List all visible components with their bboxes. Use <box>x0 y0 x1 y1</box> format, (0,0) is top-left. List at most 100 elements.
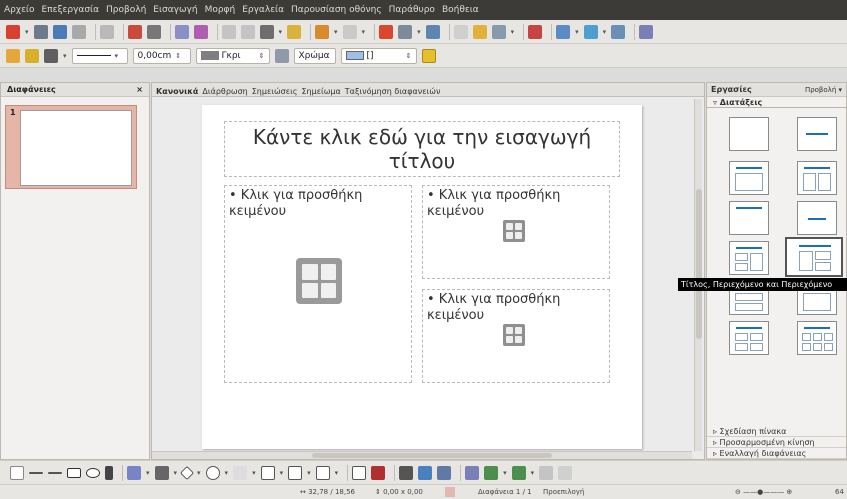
insert-table-icon[interactable] <box>302 264 318 280</box>
layout-title-content-2content[interactable] <box>785 237 843 277</box>
stars-dropdown-icon[interactable]: ▾ <box>335 469 339 477</box>
tasks-view-menu[interactable]: Προβολή ▾ <box>805 86 842 94</box>
symbol-dropdown-icon[interactable]: ▾ <box>225 469 229 477</box>
tab-outline[interactable]: Διάρθρωση <box>200 87 249 96</box>
open-icon[interactable] <box>33 24 48 39</box>
area-fill-select[interactable]: [] ⇕ <box>340 47 417 64</box>
menu-tools[interactable]: Εργαλεία <box>242 5 284 15</box>
menu-file[interactable]: Αρχείο <box>4 5 35 15</box>
save-icon[interactable] <box>52 24 67 39</box>
chart-icon[interactable] <box>379 24 394 39</box>
paste-dropdown-icon[interactable]: ▾ <box>279 28 283 36</box>
vertical-scrollbar[interactable] <box>694 99 702 451</box>
area-icon[interactable] <box>274 48 289 63</box>
insert-image-icon[interactable] <box>302 282 318 298</box>
edit-file-icon[interactable] <box>99 24 114 39</box>
arrow-line-icon[interactable] <box>48 471 62 474</box>
insert-image-icon[interactable] <box>506 336 513 343</box>
insert-textbox-icon[interactable] <box>399 465 414 480</box>
layout-title-content[interactable] <box>729 161 769 195</box>
layout-title-only[interactable] <box>797 117 837 151</box>
menu-window[interactable]: Παράθυρο <box>389 5 435 15</box>
navigator-icon[interactable] <box>556 24 571 39</box>
arrow-dropdown-icon[interactable]: ▾ <box>63 52 67 60</box>
spellcheck-icon[interactable] <box>174 24 189 39</box>
display-views-icon[interactable] <box>583 24 598 39</box>
insert-video-icon[interactable] <box>320 282 336 298</box>
cut-icon[interactable] <box>221 24 236 39</box>
align-icon[interactable] <box>511 465 526 480</box>
arrow-style-icon[interactable] <box>44 48 58 63</box>
insert-object-icon[interactable] <box>503 220 525 242</box>
layout-centered-text[interactable] <box>797 201 837 235</box>
line-color-select[interactable]: Γκρι ⇕ <box>195 47 270 64</box>
tab-slide-sorter[interactable]: Ταξινόμηση διαφανειών <box>343 87 443 96</box>
toggle-icon[interactable] <box>558 465 573 480</box>
table-icon[interactable] <box>398 24 413 39</box>
glue-icon[interactable] <box>639 24 654 39</box>
clone-format-icon[interactable] <box>287 24 302 39</box>
master-slides-icon[interactable] <box>611 24 626 39</box>
menu-insert[interactable]: Εισαγωγή <box>153 5 197 15</box>
symbol-shapes-icon[interactable] <box>205 465 220 480</box>
insert-movie-icon[interactable] <box>437 465 452 480</box>
connector-dropdown-icon[interactable]: ▾ <box>174 469 178 477</box>
layout-title-two-content[interactable] <box>797 161 837 195</box>
flowchart-icon[interactable] <box>260 465 275 480</box>
connector-icon[interactable] <box>154 465 169 480</box>
line-style-select[interactable]: ▾ <box>71 47 128 64</box>
copy-icon[interactable] <box>240 24 255 39</box>
area-style-select[interactable]: Χρώμα <box>293 47 336 64</box>
arrows-dropdown-icon[interactable]: ▾ <box>252 469 256 477</box>
callouts-icon[interactable] <box>288 465 303 480</box>
layout-title-text[interactable] <box>729 201 769 235</box>
fontwork-icon[interactable] <box>371 465 386 480</box>
undo-icon[interactable] <box>315 24 330 39</box>
arrange-icon[interactable] <box>539 465 554 480</box>
content-placeholder-left[interactable]: • Κλικ για προσθήκη κειμένου <box>224 185 412 383</box>
redo-icon[interactable] <box>342 24 357 39</box>
paste-icon[interactable] <box>259 24 274 39</box>
menu-help[interactable]: Βοήθεια <box>442 5 479 15</box>
display-dropdown-icon[interactable]: ▾ <box>603 28 607 36</box>
slide-canvas[interactable]: Κάντε κλικ εδώ για την εισαγωγή τίτλου •… <box>202 105 642 449</box>
print-icon[interactable] <box>146 24 161 39</box>
helplines-icon[interactable] <box>472 24 487 39</box>
content-placeholder-right-bottom[interactable]: • Κλικ για προσθήκη κειμένου <box>422 289 610 383</box>
slideshow-icon[interactable] <box>528 24 543 39</box>
grid-icon[interactable] <box>453 24 468 39</box>
section-custom-animation[interactable]: ▹ Προσαρμοσμένη κίνηση <box>707 437 846 448</box>
shapes-dropdown-icon[interactable]: ▾ <box>197 469 201 477</box>
curve-dropdown-icon[interactable]: ▾ <box>146 469 150 477</box>
menu-format[interactable]: Μορφή <box>205 5 236 15</box>
tab-normal[interactable]: Κανονικά <box>154 87 200 96</box>
shadow-icon[interactable] <box>421 48 436 63</box>
layout-title-6content[interactable] <box>797 321 837 355</box>
section-table-design[interactable]: ▹ Σχεδίαση πίνακα <box>707 426 846 437</box>
curve-icon[interactable] <box>127 465 141 480</box>
line-tool-icon[interactable] <box>29 471 43 474</box>
stars-icon[interactable] <box>315 465 330 480</box>
autospellcheck-icon[interactable] <box>193 24 208 39</box>
insert-video-icon[interactable] <box>515 336 522 343</box>
insert-image-tool-icon[interactable] <box>418 465 433 480</box>
layout-title-4content[interactable] <box>729 321 769 355</box>
styles-icon[interactable] <box>6 48 20 63</box>
zoom-dropdown-icon[interactable]: ▾ <box>511 28 515 36</box>
menu-view[interactable]: Προβολή <box>106 5 146 15</box>
text-icon[interactable] <box>105 465 113 480</box>
email-icon[interactable] <box>71 24 86 39</box>
section-slide-transition[interactable]: ▹ Εναλλαγή διαφάνειας <box>707 448 846 459</box>
zoom-slider[interactable]: ⊖ ——●——— ⊕ <box>735 488 792 496</box>
horizontal-scroll-thumb[interactable] <box>312 453 552 458</box>
horizontal-scrollbar[interactable] <box>152 451 692 459</box>
export-pdf-icon[interactable] <box>127 24 142 39</box>
extrusion-icon[interactable] <box>465 465 480 480</box>
vertical-scroll-thumb[interactable] <box>696 189 702 339</box>
undo-dropdown-icon[interactable]: ▾ <box>334 28 338 36</box>
navigator-dropdown-icon[interactable]: ▾ <box>575 28 579 36</box>
tab-notes[interactable]: Σημειώσεις <box>250 87 300 96</box>
section-layouts[interactable]: ▿ Διατάξεις <box>707 97 846 108</box>
points-icon[interactable] <box>352 465 367 480</box>
insert-chart-icon[interactable] <box>515 327 522 334</box>
